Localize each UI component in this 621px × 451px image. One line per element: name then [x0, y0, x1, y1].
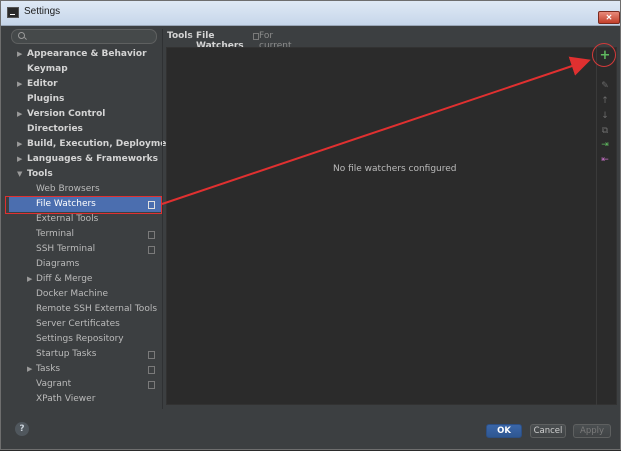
annotation-arrow	[161, 56, 591, 205]
settings-dialog: Settings ✕ ▶ Appearance & Behavior Keymap ▶…	[0, 0, 621, 450]
cancel-button[interactable]: Cancel	[530, 424, 566, 438]
help-button[interactable]: ?	[15, 422, 29, 436]
apply-button[interactable]: Apply	[573, 424, 611, 438]
ok-button[interactable]: OK	[486, 424, 522, 438]
